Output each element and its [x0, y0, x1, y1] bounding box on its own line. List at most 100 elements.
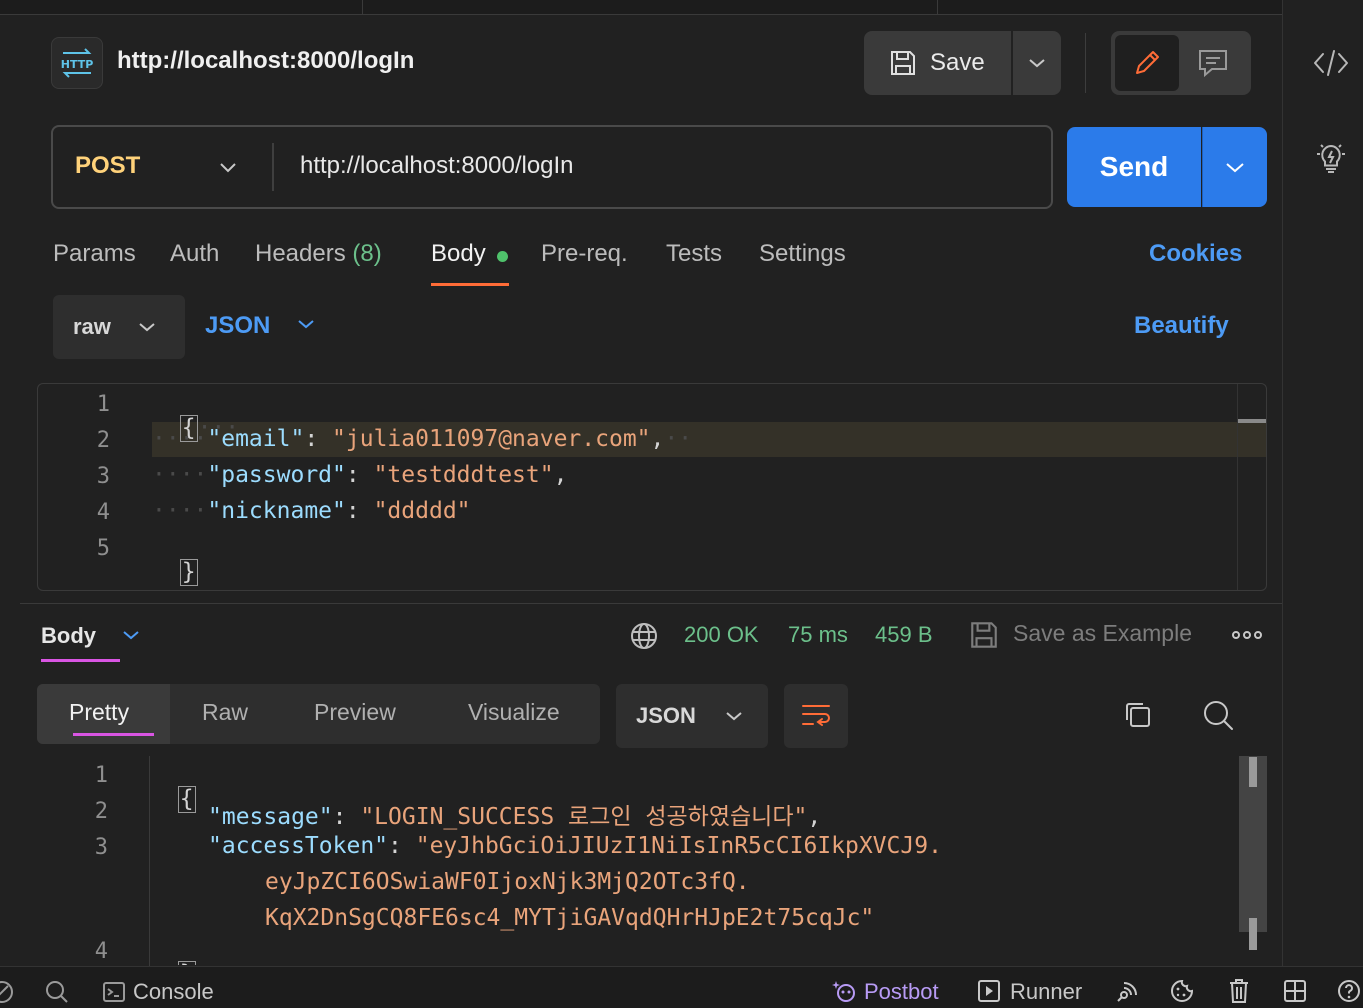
response-tab-underline — [41, 659, 120, 662]
json-key: "nickname" — [207, 498, 346, 524]
tab-auth[interactable]: Auth — [170, 240, 219, 268]
save-label: Save — [930, 49, 985, 76]
save-button[interactable]: Save — [864, 31, 1011, 95]
code-line: { — [150, 760, 196, 814]
code-line: ····"email": "julia011097@naver.com",·· — [152, 426, 693, 452]
tab-tests[interactable]: Tests — [666, 240, 722, 268]
wrap-lines-button[interactable] — [784, 684, 848, 748]
scrollbar-thumb[interactable] — [1249, 757, 1257, 787]
beautify-button[interactable]: Beautify — [1134, 312, 1229, 340]
tab-divider — [362, 0, 363, 15]
tab-headers-label: Headers — [255, 240, 346, 267]
headers-count: (8) — [352, 240, 382, 267]
pane-divider[interactable] — [20, 603, 1282, 604]
tab-headers[interactable]: Headers (8) — [255, 240, 382, 268]
chevron-down-icon — [726, 712, 742, 721]
json-value: "julia011097@naver.com" — [332, 426, 651, 452]
cookies-link[interactable]: Cookies — [1149, 240, 1242, 268]
close-brace: } — [177, 961, 196, 965]
json-value: "eyJhbGciOiJIUzI1NiIsInR5cCI6IkpXVCJ9. — [415, 833, 942, 859]
chevron-down-icon — [1226, 163, 1244, 173]
active-tab-underline — [431, 283, 509, 286]
toolbar-divider — [1085, 33, 1086, 93]
chevron-down-icon[interactable] — [121, 628, 141, 642]
lightbulb-icon[interactable] — [1313, 140, 1349, 176]
code-line: ····"nickname": "ddddd" — [152, 498, 471, 524]
save-icon — [968, 619, 1000, 651]
chevron-down-icon — [1029, 59, 1045, 68]
request-title[interactable]: http://localhost:8000/logIn — [117, 47, 414, 75]
editor-scrollbar[interactable] — [1237, 384, 1238, 590]
tab-settings[interactable]: Settings — [759, 240, 846, 268]
response-format-label: JSON — [636, 703, 696, 728]
tab-body[interactable]: Body — [431, 240, 486, 268]
method-select[interactable]: POST — [75, 152, 140, 180]
console-icon[interactable] — [103, 981, 125, 1003]
console-button[interactable]: Console — [133, 979, 214, 1005]
tab-raw[interactable]: Raw — [202, 699, 248, 726]
tab-visualize[interactable]: Visualize — [468, 699, 560, 726]
proxy-icon[interactable] — [1116, 979, 1140, 1003]
more-options-icon[interactable] — [1232, 628, 1262, 642]
tab-divider — [937, 0, 938, 15]
line-number: 1 — [96, 392, 110, 417]
copy-icon[interactable] — [1122, 699, 1154, 731]
open-brace: { — [177, 786, 196, 814]
json-key: "password" — [207, 462, 346, 488]
chevron-down-icon — [139, 323, 155, 332]
postbot-button[interactable]: Postbot — [864, 979, 939, 1005]
postbot-icon[interactable] — [832, 979, 856, 1003]
scrollbar-thumb[interactable] — [1249, 918, 1257, 950]
line-number: 4 — [96, 500, 110, 525]
tab-pretty[interactable]: Pretty — [69, 699, 129, 726]
layout-toggle-icon[interactable] — [1284, 980, 1306, 1002]
cookie-icon[interactable] — [1170, 979, 1194, 1003]
save-icon — [888, 48, 918, 78]
body-mode-select[interactable]: raw — [53, 295, 185, 359]
tab-params[interactable]: Params — [53, 240, 136, 268]
globe-icon[interactable] — [628, 620, 660, 652]
code-line: "accessToken": "eyJhbGciOiJIUzI1NiIsInR5… — [208, 833, 942, 859]
token-continuation: eyJpZCI6OSwiaWF0IjoxNjk3MjQ2OTc3fQ. — [265, 869, 750, 895]
edit-mode-button[interactable] — [1115, 35, 1179, 91]
tab-preview[interactable]: Preview — [314, 699, 396, 726]
save-as-example-button[interactable]: Save as Example — [1013, 620, 1192, 647]
chevron-down-icon[interactable] — [296, 317, 316, 331]
response-section-label[interactable]: Body — [41, 623, 96, 649]
response-time[interactable]: 75 ms — [788, 622, 848, 648]
json-key: "message" — [208, 804, 333, 830]
find-icon[interactable] — [45, 980, 69, 1004]
svg-text:HTTP: HTTP — [61, 58, 94, 71]
body-language-select[interactable]: JSON — [205, 312, 270, 340]
runner-button[interactable]: Runner — [1010, 979, 1082, 1005]
chevron-down-icon[interactable] — [216, 155, 240, 179]
send-options-button[interactable] — [1202, 127, 1267, 207]
close-brace: } — [179, 559, 198, 587]
response-format-select[interactable]: JSON — [616, 684, 768, 748]
code-line: } — [152, 533, 198, 587]
line-number: 4 — [94, 939, 108, 961]
json-key: "accessToken" — [208, 833, 389, 859]
scrollbar-marker — [1238, 419, 1266, 423]
help-icon[interactable] — [1337, 979, 1361, 1003]
send-button[interactable]: Send — [1067, 127, 1201, 207]
search-icon[interactable] — [1201, 698, 1235, 732]
code-snippet-icon[interactable] — [1313, 48, 1349, 78]
status-code[interactable]: 200 OK — [684, 622, 759, 648]
json-key: "email" — [207, 426, 305, 452]
save-options-button[interactable] — [1013, 31, 1061, 95]
tab-prereq[interactable]: Pre-req. — [541, 240, 628, 268]
code-line: } — [150, 935, 196, 965]
trash-icon[interactable] — [1228, 978, 1250, 1004]
json-value: "testdddtest" — [373, 462, 554, 488]
url-input[interactable]: http://localhost:8000/logIn — [300, 152, 574, 180]
comment-mode-button[interactable] — [1181, 35, 1245, 91]
response-size[interactable]: 459 B — [875, 622, 933, 648]
token-continuation: KqX2DnSgCQ8FE6sc4_MYTjiGAVqdQHrHJpE2t75c… — [265, 905, 875, 931]
runner-icon[interactable] — [978, 980, 1000, 1002]
wrap-icon — [802, 705, 830, 726]
line-number: 5 — [96, 536, 110, 561]
pencil-icon — [1136, 51, 1159, 74]
sync-status-icon[interactable] — [0, 981, 14, 1003]
code-line: ····"password": "testdddtest", — [152, 462, 568, 488]
